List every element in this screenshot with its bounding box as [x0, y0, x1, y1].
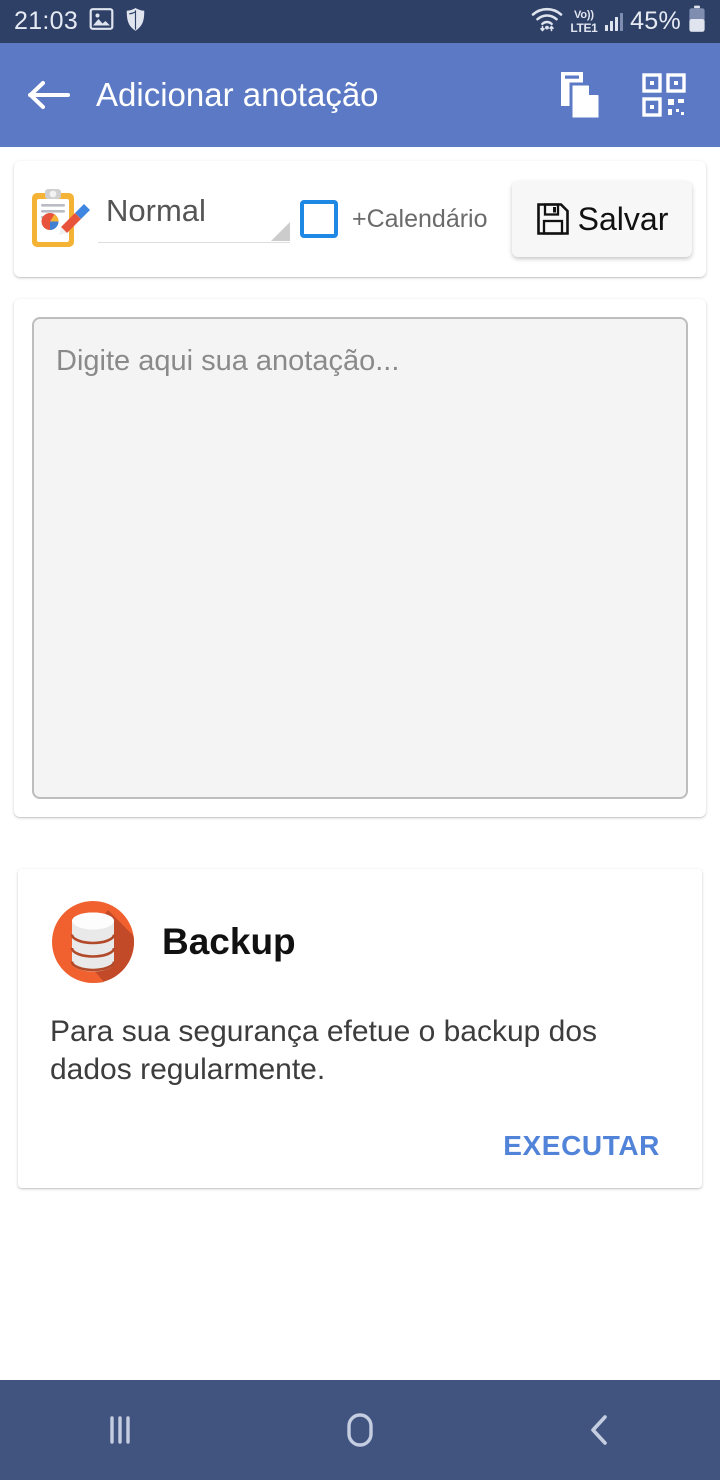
back-button[interactable] — [22, 68, 76, 122]
volte-icon: Vo)) LTE1 — [570, 8, 598, 35]
qr-code-button[interactable] — [640, 71, 688, 119]
status-bar: 21:03 Vo)) LTE1 45% — [0, 0, 720, 43]
qr-code-icon — [642, 73, 686, 117]
back-icon — [591, 1415, 607, 1445]
signal-bars-icon — [604, 12, 624, 31]
system-navigation-bar — [0, 1380, 720, 1480]
wifi-icon — [531, 6, 563, 37]
database-icon — [50, 899, 136, 985]
back-nav-button[interactable] — [540, 1380, 660, 1480]
calendar-checkbox-label: +Calendário — [352, 204, 488, 233]
home-button[interactable] — [300, 1380, 420, 1480]
save-button-label: Salvar — [577, 200, 669, 237]
chevron-down-icon — [271, 222, 290, 241]
app-bar-actions — [556, 71, 698, 121]
app-root: 21:03 Vo)) LTE1 45% Adicionar anotação N… — [0, 0, 720, 1480]
shield-icon — [125, 7, 146, 37]
note-type-value: Normal — [106, 193, 206, 228]
app-bar: Adicionar anotação — [0, 43, 720, 147]
status-bar-left: 21:03 — [14, 7, 146, 37]
backup-title: Backup — [162, 921, 296, 962]
battery-icon — [688, 5, 706, 38]
note-type-spinner[interactable]: Normal — [98, 189, 290, 249]
content-area: Normal +Calendário Salvar Digite aqui su… — [0, 161, 720, 1188]
backup-card-header: Backup — [50, 899, 670, 985]
battery-percent-label: 45% — [630, 7, 681, 35]
copy-documents-button[interactable] — [556, 71, 604, 121]
recents-button[interactable] — [60, 1380, 180, 1480]
floppy-disk-icon — [536, 203, 569, 235]
recents-icon — [110, 1416, 130, 1444]
copy-documents-icon — [561, 72, 602, 121]
backup-card-actions: EXECUTAR — [50, 1120, 670, 1172]
execute-backup-button[interactable]: EXECUTAR — [497, 1120, 666, 1172]
backup-card: Backup Para sua segurança efetue o backu… — [18, 869, 702, 1188]
volte-bottom-label: LTE1 — [570, 20, 598, 35]
backup-description: Para sua segurança efetue o backup dos d… — [50, 1015, 598, 1087]
home-icon — [347, 1413, 373, 1447]
clipboard-chart-pencil-icon — [28, 187, 90, 251]
note-textarea[interactable] — [32, 317, 688, 799]
spinner-underline — [98, 242, 290, 243]
arrow-left-icon — [28, 81, 70, 109]
note-input-card — [14, 299, 706, 817]
status-bar-right: Vo)) LTE1 45% — [531, 5, 706, 38]
volte-top-label: Vo)) — [574, 8, 594, 21]
calendar-checkbox[interactable] — [300, 200, 338, 238]
page-title: Adicionar anotação — [96, 76, 379, 113]
image-icon — [89, 8, 114, 35]
save-button[interactable]: Salvar — [512, 181, 692, 257]
status-bar-clock: 21:03 — [14, 7, 79, 35]
note-options-card: Normal +Calendário Salvar — [14, 161, 706, 277]
